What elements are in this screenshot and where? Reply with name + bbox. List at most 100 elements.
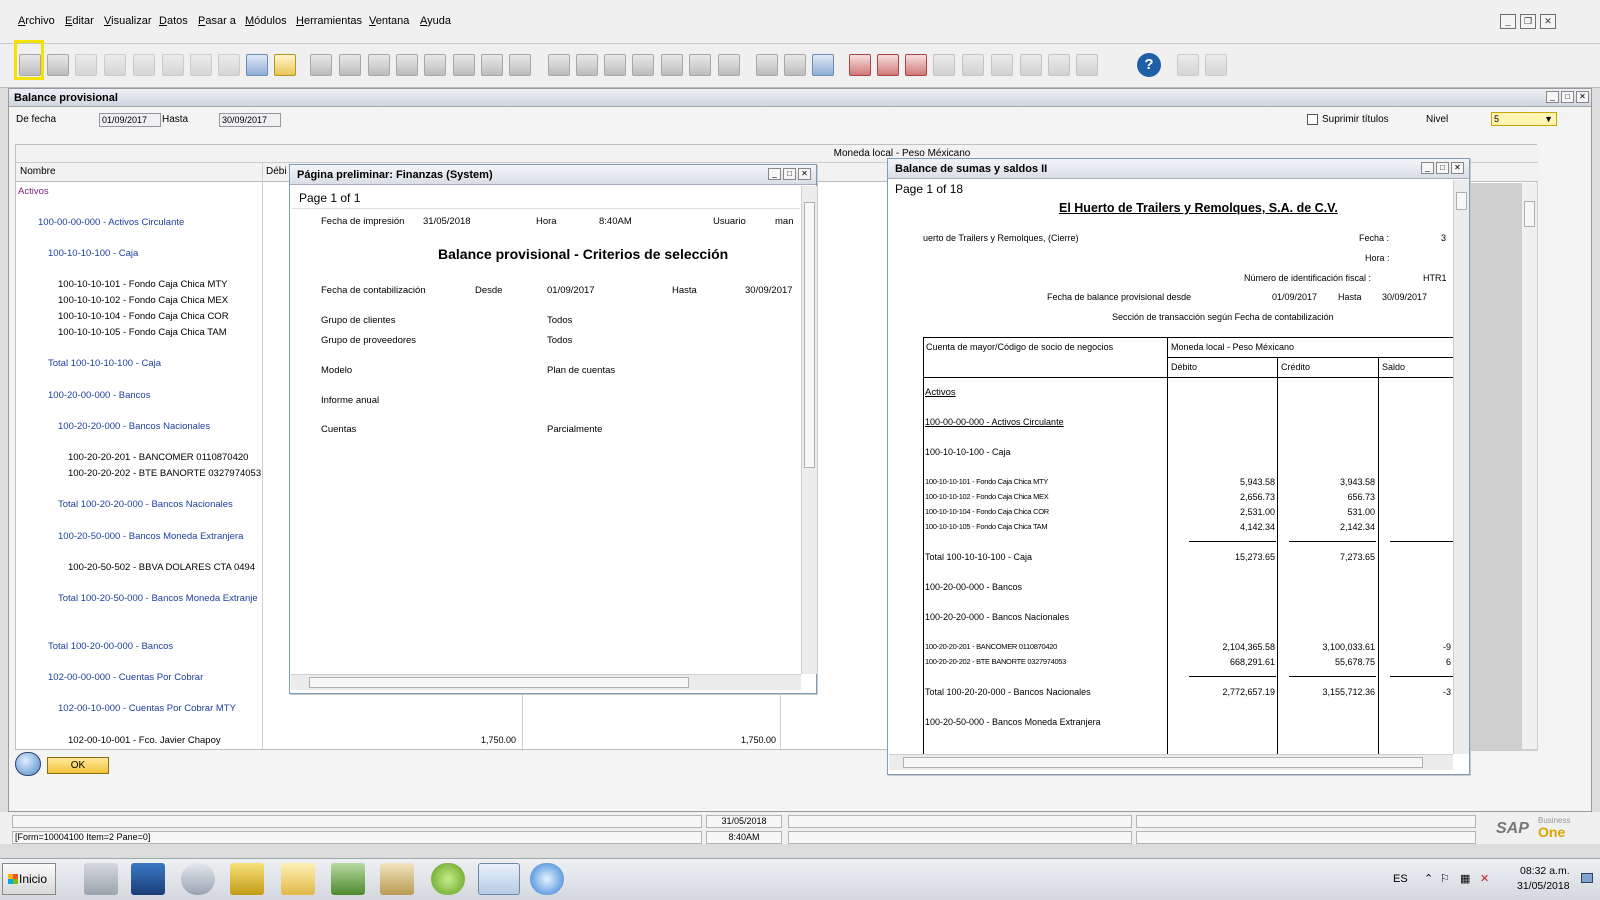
window-minimize-button[interactable]: _ xyxy=(1546,91,1559,103)
preview1-hscroll[interactable] xyxy=(291,674,801,690)
sort-icon[interactable] xyxy=(509,54,531,76)
base-document-icon[interactable] xyxy=(548,54,570,76)
menu-visualizar[interactable]: Visualizar xyxy=(104,15,152,27)
preview2-close-button[interactable]: ✕ xyxy=(1451,162,1464,174)
table-row[interactable]: Total 100-20-50-000 - Bancos Moneda Extr… xyxy=(58,593,260,604)
table-row[interactable]: 102-00-10-000 - Cuentas Por Cobrar MTY xyxy=(58,703,236,714)
menu-editar[interactable]: Editar xyxy=(65,15,94,27)
network-users-icon[interactable] xyxy=(181,863,215,895)
help-icon[interactable]: ? xyxy=(1137,53,1161,77)
teamviewer-icon[interactable] xyxy=(530,863,564,895)
import-icon[interactable] xyxy=(1048,54,1070,76)
clock-date[interactable]: 31/05/2018 xyxy=(1517,880,1570,892)
gross-profit-icon[interactable] xyxy=(661,54,683,76)
to-date-field[interactable]: 30/09/2017 xyxy=(219,113,281,127)
file-cabinet-icon[interactable] xyxy=(230,863,264,895)
table-scrollbar[interactable] xyxy=(1521,183,1537,749)
table-row[interactable]: 100-20-00-000 - Bancos xyxy=(48,390,150,401)
preview2-hscroll[interactable] xyxy=(889,754,1453,770)
database-icon[interactable] xyxy=(812,54,834,76)
network-icon[interactable] xyxy=(962,54,984,76)
table-row[interactable]: 102-00-10-001 - Fco. Javier Chapoy xyxy=(68,735,221,746)
preview1-maximize-button[interactable]: □ xyxy=(783,168,796,180)
org-chart-icon[interactable] xyxy=(933,54,955,76)
table-row[interactable]: 100-20-20-201 - BANCOMER 0110870420 xyxy=(68,452,248,463)
sms-icon[interactable] xyxy=(104,54,126,76)
table-row[interactable]: Total 100-20-00-000 - Bancos xyxy=(48,641,173,652)
form-settings-icon[interactable] xyxy=(274,54,296,76)
clock-time[interactable]: 08:32 a.m. xyxy=(1520,865,1570,877)
start-button[interactable]: Inicio xyxy=(2,863,56,895)
app-restore-button[interactable]: ❐ xyxy=(1520,14,1536,29)
preview2-vscroll[interactable] xyxy=(1453,180,1469,754)
chevron-up-icon[interactable]: ⌃ xyxy=(1424,872,1433,885)
network-tray-icon[interactable]: ▦ xyxy=(1460,872,1470,885)
powershell-icon[interactable] xyxy=(131,863,165,895)
export-pdf-icon[interactable] xyxy=(218,54,240,76)
volume-muted-icon[interactable]: ✕ xyxy=(1480,872,1489,885)
app-close-button[interactable]: ✕ xyxy=(1540,14,1556,29)
preview-doc-icon[interactable] xyxy=(718,54,740,76)
debit-column-header[interactable]: Débi xyxy=(266,163,287,181)
target-document-icon[interactable] xyxy=(576,54,598,76)
back-arrow-icon[interactable] xyxy=(15,752,41,776)
table-row[interactable]: 102-00-00-000 - Cuentas Por Cobrar xyxy=(48,672,203,683)
menu-ayuda[interactable]: Ayuda xyxy=(420,15,451,27)
preview2-maximize-button[interactable]: □ xyxy=(1436,162,1449,174)
move-icon[interactable] xyxy=(246,54,268,76)
accounting-icon[interactable] xyxy=(604,54,626,76)
level-select[interactable]: 5 ▼ xyxy=(1491,112,1557,126)
fax-icon[interactable] xyxy=(133,54,155,76)
export-word-icon[interactable] xyxy=(190,54,212,76)
preview2-minimize-button[interactable]: _ xyxy=(1421,162,1434,174)
print-icon[interactable] xyxy=(47,54,69,76)
table-row[interactable]: 100-10-10-104 - Fondo Caja Chica COR xyxy=(58,311,229,322)
payment-icon[interactable] xyxy=(632,54,654,76)
preview1-close-button[interactable]: ✕ xyxy=(798,168,811,180)
export-excel-icon[interactable] xyxy=(162,54,184,76)
add-icon[interactable] xyxy=(339,54,361,76)
link-icon[interactable] xyxy=(1020,54,1042,76)
duplicate-icon[interactable] xyxy=(991,54,1013,76)
explorer-icon[interactable] xyxy=(281,863,315,895)
table-row[interactable]: 100-10-10-100 - Caja xyxy=(48,248,138,259)
alert-icon[interactable] xyxy=(849,54,871,76)
menu-pasar-a[interactable]: Pasar a xyxy=(198,15,236,27)
table-row[interactable]: 100-10-10-101 - Fondo Caja Chica MTY xyxy=(58,279,228,290)
tools-icon[interactable] xyxy=(380,863,414,895)
preview1-minimize-button[interactable]: _ xyxy=(768,168,781,180)
table-row[interactable]: Total 100-20-20-000 - Bancos Nacionales xyxy=(58,499,233,510)
edit-icon[interactable] xyxy=(756,54,778,76)
journal-icon[interactable] xyxy=(689,54,711,76)
table-row[interactable]: 100-20-20-202 - BTE BANORTE 0327974053 xyxy=(68,468,261,479)
window-close-button[interactable]: ✕ xyxy=(1576,91,1589,103)
menu-herramientas[interactable]: Herramientas xyxy=(296,15,362,27)
preview1-vscroll[interactable] xyxy=(801,186,817,674)
next-record-icon[interactable] xyxy=(424,54,446,76)
table-row[interactable]: 100-20-50-502 - BBVA DOLARES CTA 0494 xyxy=(68,562,255,573)
menu-ventana[interactable]: Ventana xyxy=(369,15,409,27)
calendar-icon[interactable] xyxy=(905,54,927,76)
table-row[interactable]: 100-10-10-105 - Fondo Caja Chica TAM xyxy=(58,327,227,338)
table-row[interactable]: 100-20-50-000 - Bancos Moneda Extranjera xyxy=(58,531,243,542)
menu-archivo[interactable]: Archivo xyxy=(18,15,55,27)
sap-task-icon[interactable] xyxy=(478,863,520,895)
suppress-titles-checkbox[interactable] xyxy=(1307,114,1318,125)
table-row[interactable]: Activos xyxy=(18,186,49,197)
from-date-field[interactable]: 01/09/2017 xyxy=(99,113,161,127)
show-desktop-icon[interactable] xyxy=(1581,873,1593,883)
app-minimize-button[interactable]: _ xyxy=(1500,14,1516,29)
menu-datos[interactable]: Datos xyxy=(159,15,188,27)
table-row[interactable]: 100-00-00-000 - Activos Circulante xyxy=(38,217,184,228)
table-row[interactable]: 100-10-10-102 - Fondo Caja Chica MEX xyxy=(58,295,228,306)
filter-icon[interactable] xyxy=(481,54,503,76)
first-record-icon[interactable] xyxy=(368,54,390,76)
last-record-icon[interactable] xyxy=(453,54,475,76)
name-column-header[interactable]: Nombre xyxy=(20,163,56,181)
tool-a-icon[interactable] xyxy=(1177,54,1199,76)
language-indicator[interactable]: ES xyxy=(1393,873,1408,885)
flag-icon[interactable]: ⚐ xyxy=(1440,872,1450,885)
menu-modulos[interactable]: Módulos xyxy=(245,15,287,27)
email-icon[interactable] xyxy=(75,54,97,76)
chart-icon[interactable] xyxy=(1076,54,1098,76)
